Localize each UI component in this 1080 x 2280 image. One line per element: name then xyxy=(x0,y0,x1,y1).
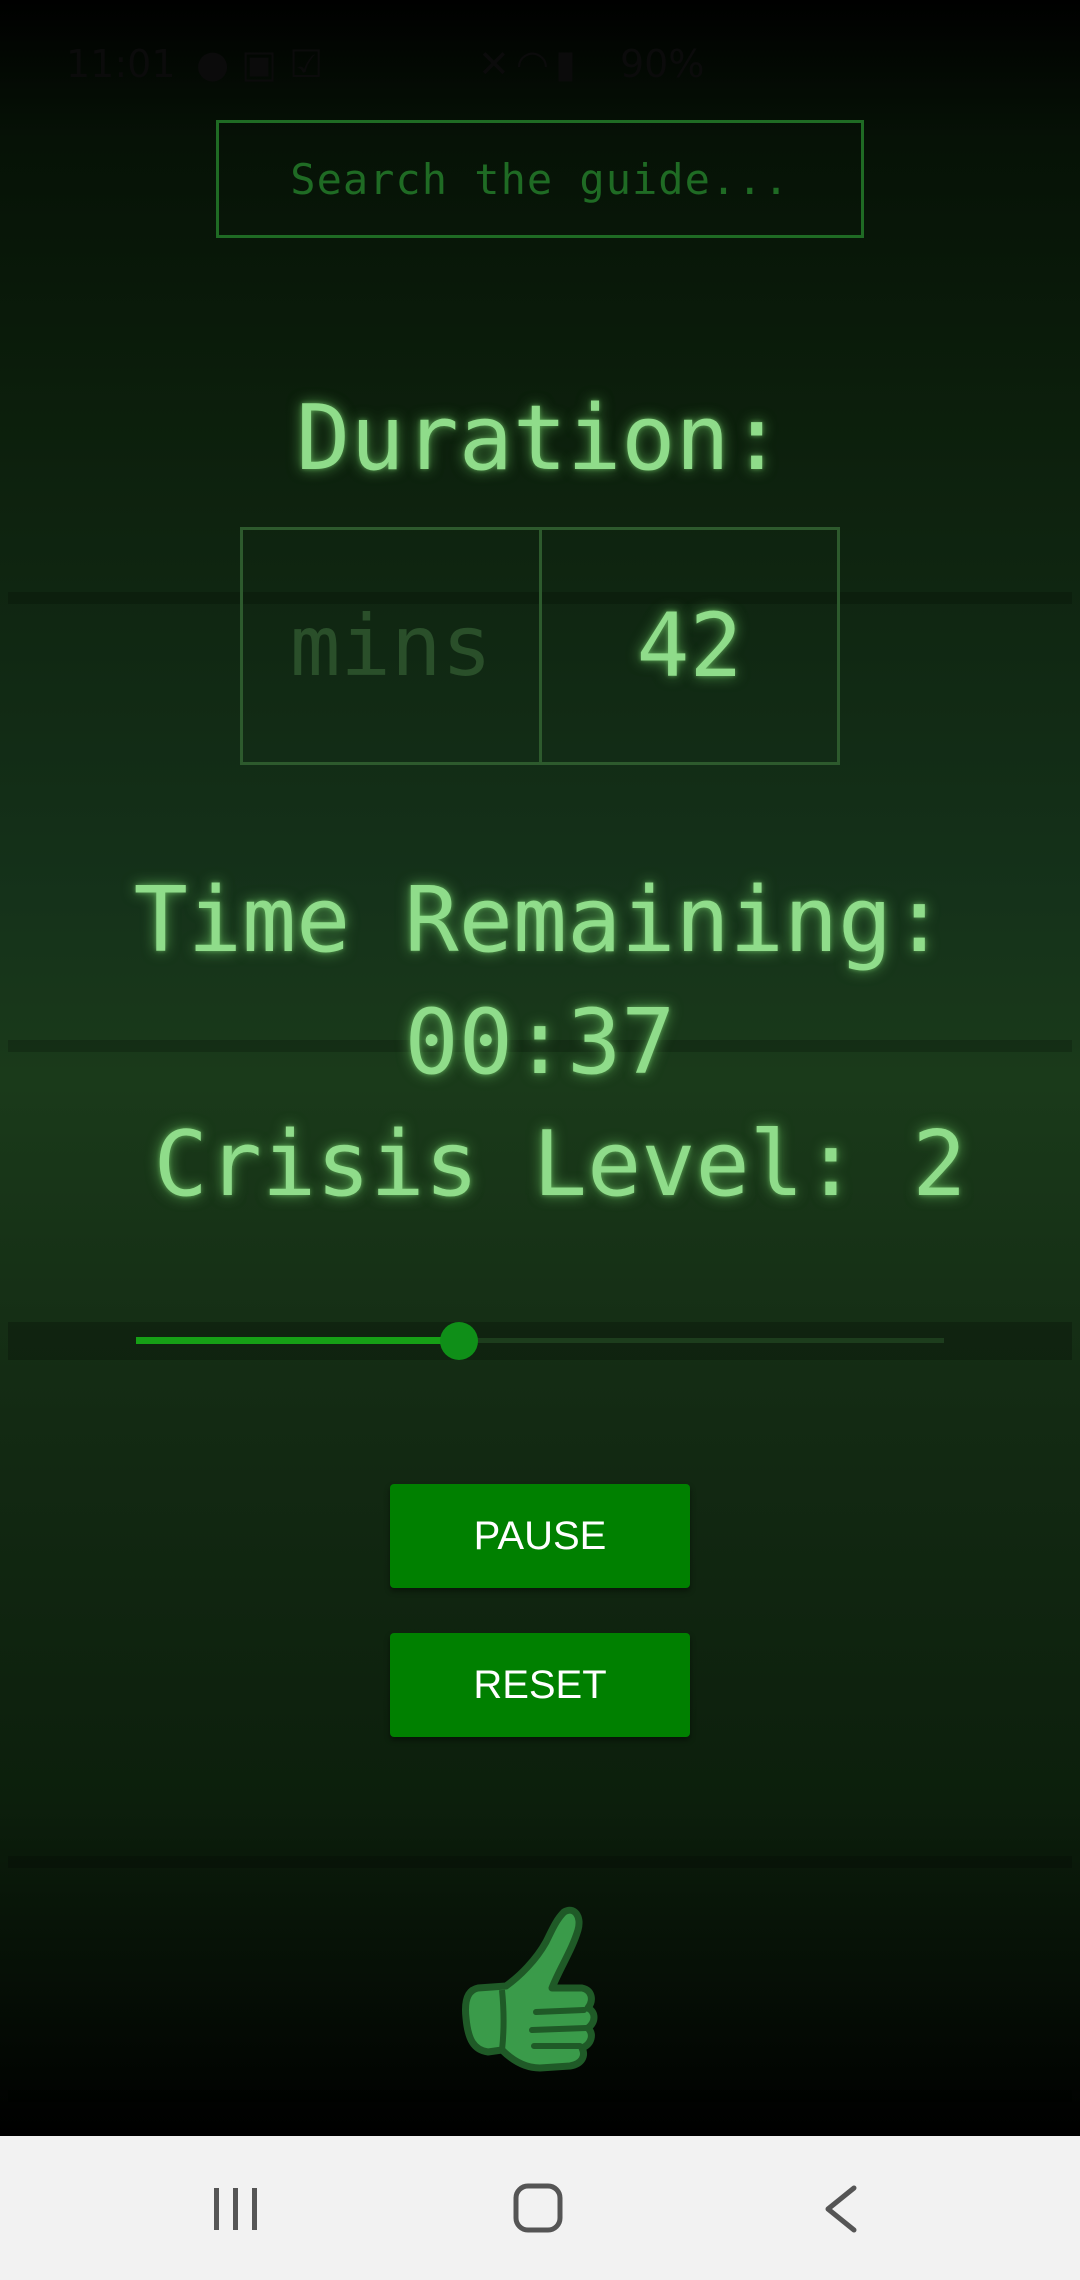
back-icon[interactable] xyxy=(760,2136,920,2280)
battery-indicator: 90% xyxy=(620,42,705,86)
pause-button[interactable]: PAUSE xyxy=(390,1484,690,1588)
system-nav-bar xyxy=(0,2136,1080,2280)
recents-icon[interactable] xyxy=(156,2136,316,2280)
signal-icon: ▮ xyxy=(555,42,582,86)
mute-icon: ✕ xyxy=(478,42,516,86)
slider-fill xyxy=(136,1337,460,1344)
crisis-level-label: Crisis Level: 2 xyxy=(153,1112,967,1217)
status-left-icons: ●▣☑ xyxy=(196,42,335,86)
status-bar: 11:01 ●▣☑ ✕◠▮ 90% xyxy=(0,0,1080,120)
home-icon[interactable] xyxy=(458,2136,618,2280)
reset-button[interactable]: RESET xyxy=(390,1633,690,1737)
time-remaining-value: 00:37 xyxy=(404,990,676,1095)
duration-unit-label: mins xyxy=(243,530,542,762)
duration-value[interactable]: 42 xyxy=(542,530,837,762)
search-input[interactable] xyxy=(216,120,864,238)
duration-input-box[interactable]: mins 42 xyxy=(240,527,840,765)
duration-label: Duration: xyxy=(296,386,784,491)
notification-icon: ● xyxy=(196,42,242,86)
time-remaining-label: Time Remaining: xyxy=(133,868,947,973)
status-time: 11:01 xyxy=(66,42,176,86)
scanline xyxy=(8,2090,1072,2102)
slider-thumb[interactable] xyxy=(440,1322,479,1360)
image-icon: ▣ xyxy=(241,42,290,86)
app-screen: 11:01 ●▣☑ ✕◠▮ 90% Duration: mins 42 Time… xyxy=(0,0,1080,2136)
check-icon: ☑ xyxy=(289,42,336,86)
thumbs-up-icon[interactable] xyxy=(460,1890,620,2080)
scanline xyxy=(8,1856,1072,1868)
crisis-level-slider[interactable] xyxy=(136,1320,944,1360)
wifi-icon: ◠ xyxy=(515,42,556,86)
status-right-icons: ✕◠▮ xyxy=(478,42,582,86)
